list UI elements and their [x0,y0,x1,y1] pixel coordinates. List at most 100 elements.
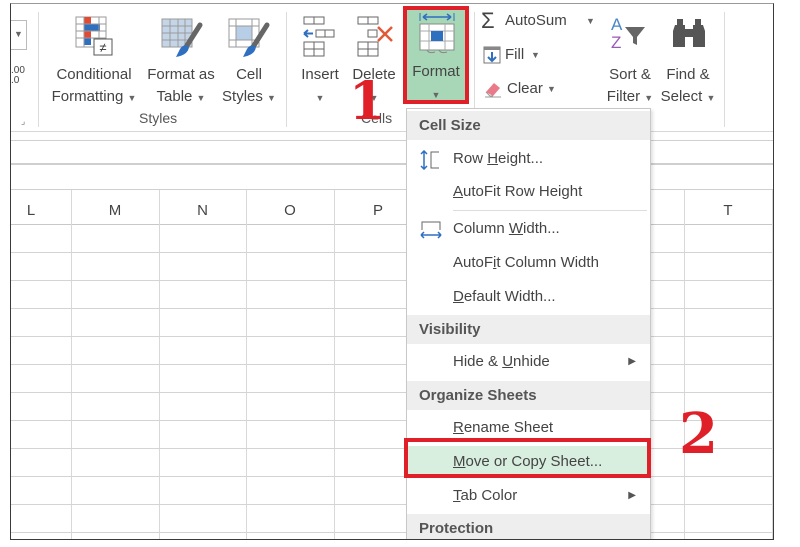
label-text: Format [412,63,460,80]
decrease-decimal-button[interactable]: .00.0 [11,66,25,86]
label-line2: Select [660,88,703,105]
conditional-formatting-label: Conditional Formatting ▼ [46,64,142,109]
svg-text:Z: Z [611,33,621,52]
row-height-icon [420,150,439,170]
formula-bar-area [11,131,773,165]
row-gridline [11,476,773,477]
label-text: Insert [301,66,339,83]
accelerator-key: A [453,183,464,200]
column-header-o[interactable]: O [246,197,334,225]
column-header-n[interactable]: N [159,197,246,225]
find-select-button[interactable]: Find & Select ▼ [659,9,717,109]
column-width-icon [420,221,442,239]
menu-item-tab-color[interactable]: Tab Color ▶ [407,480,650,512]
menu-item-autofit-column-width[interactable]: AutoFit Column Width [407,247,650,279]
menu-item-row-height[interactable]: Row Height... [407,143,650,175]
step-2-annotation: 2 [679,401,718,467]
ribbon: ▼ .00.0 ⌟ ≠ Conditional Formatting ▼ For… [11,4,773,132]
insert-button[interactable]: Insert ▼ [294,9,346,109]
step-1-annotation: 1 [349,71,386,132]
menu-item-default-width[interactable]: Default Width... [407,281,650,313]
label-line2: Filter [606,88,641,105]
chevron-down-icon: ▼ [706,93,716,103]
label-line2: Formatting [51,88,124,105]
clear-label: Clear [507,80,543,97]
row-gridline [11,308,773,309]
accelerator-key: H [487,150,499,167]
autosum-label: AutoSum [505,12,567,29]
sigma-icon: Σ [481,8,495,33]
cell-styles-button[interactable]: Cell Styles ▼ [219,9,279,109]
accelerator-key: D [453,288,464,305]
label-post: utoFit Row Height [463,183,583,200]
row-gridline [11,392,773,393]
format-as-table-label: Format as Table ▼ [144,64,218,109]
menu-header-organize-sheets: Organize Sheets [407,381,650,410]
submenu-arrow-icon: ▶ [628,490,636,501]
label-post: ename Sheet [463,419,554,436]
column-header-m[interactable]: M [71,197,159,225]
accelerator-key: U [502,353,514,370]
label-post: efault Width... [463,288,556,305]
chevron-down-icon: ▼ [315,93,325,103]
menu-item-autofit-row-height[interactable]: AutoFit Row Height [407,176,650,208]
label-pre: Hide & [453,353,503,370]
chevron-down-icon: ▼ [531,50,540,60]
insert-label: Insert ▼ [294,64,346,109]
chevron-down-icon: ▼ [644,93,654,103]
label-pre: AutoF [453,254,494,271]
number-format-dropdown[interactable]: ▼ [11,20,27,50]
move-copy-highlight-box [404,438,651,478]
row-gridline [11,504,773,505]
sort-filter-label: Sort & Filter ▼ [603,64,657,109]
row-gridline [11,280,773,281]
label-pre: Column [453,220,509,237]
label-post: idth... [523,220,560,237]
grid-line [11,140,773,141]
row-gridline [11,448,773,449]
menu-header-cell-size: Cell Size [407,111,650,140]
format-button[interactable]: Format ▼ [403,6,469,104]
row-gridline [11,336,773,337]
menu-item-hide-unhide[interactable]: Hide & Unhide ▶ [407,346,650,378]
menu-header-visibility: Visibility [407,315,650,344]
label-line1: Cell [236,66,262,83]
format-as-table-button[interactable]: Format as Table ▼ [144,9,218,109]
excel-window: ▼ .00.0 ⌟ ≠ Conditional Formatting ▼ For… [10,3,774,540]
grid-line [11,189,773,190]
chevron-down-icon: ▼ [14,29,23,39]
label-post: t Column Width [496,254,599,271]
dialog-launcher-icon[interactable]: ⌟ [21,116,25,127]
accelerator-key: W [508,220,524,237]
row-gridline [11,252,773,253]
label-line1: Conditional [56,66,132,83]
format-as-table-icon [161,18,203,57]
format-label: Format ▼ [403,61,469,106]
sort-filter-icon: A Z [611,15,645,52]
column-header-l[interactable]: L [11,197,51,225]
chevron-down-icon: ▼ [547,84,556,94]
row-gridline [11,364,773,365]
fill-down-icon [483,46,501,64]
row-gridline [11,532,773,533]
menu-header-protection: Protection [407,514,650,539]
svg-text:A: A [611,15,623,34]
chevron-down-icon: ▼ [127,93,137,103]
label-line1: Sort & [609,66,651,83]
conditional-formatting-button[interactable]: ≠ Conditional Formatting ▼ [46,9,142,109]
menu-item-column-width[interactable]: Column Width... [407,213,650,245]
binoculars-icon [673,19,705,47]
sort-filter-button[interactable]: A Z Sort & Filter ▼ [603,9,657,109]
styles-group-label: Styles [139,110,178,126]
column-header-t[interactable]: T [684,197,772,225]
row-gridline [11,420,773,421]
label-line2: Table [156,88,193,105]
label-line1: Format as [147,66,215,83]
svg-text:≠: ≠ [99,40,106,55]
accelerator-key: T [453,487,461,504]
chevron-down-icon[interactable]: ▼ [586,16,595,26]
cell-styles-icon [228,18,270,57]
chevron-down-icon: ▼ [196,93,206,103]
cell-styles-label: Cell Styles ▼ [219,64,279,109]
accelerator-key: R [453,419,464,436]
